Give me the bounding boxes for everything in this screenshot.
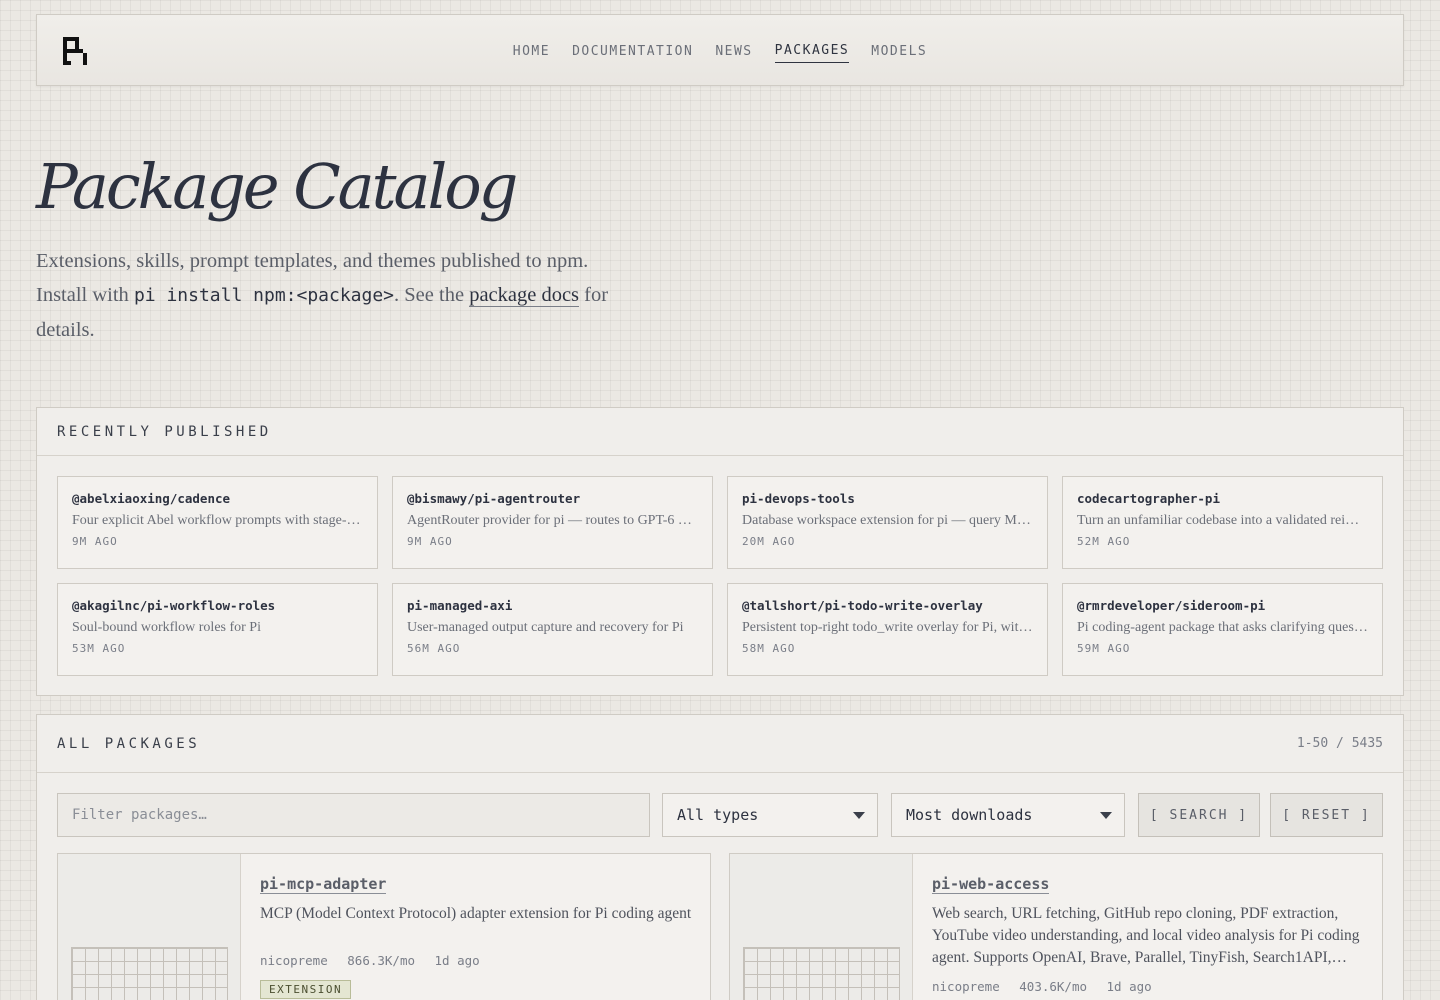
package-card[interactable]: pi-web-access Web search, URL fetching, … <box>729 853 1383 1000</box>
sort-select-value: Most downloads <box>906 806 1033 824</box>
recent-card[interactable]: @akagilnc/pi-workflow-roles Soul-bound w… <box>57 583 378 676</box>
package-thumbnail <box>58 854 241 1000</box>
card-name: @akagilnc/pi-workflow-roles <box>72 598 276 613</box>
nav-documentation[interactable]: DOCUMENTATION <box>572 40 693 63</box>
package-author: nicopreme <box>932 979 1000 994</box>
recent-card[interactable]: codecartographer-pi Turn an unfamiliar c… <box>1062 476 1383 569</box>
package-meta: nicopreme 866.3K/mo 1d ago <box>260 953 694 968</box>
package-downloads: 403.6K/mo <box>1019 979 1087 994</box>
page-description: Extensions, skills, prompt templates, an… <box>36 244 636 347</box>
recent-panel-title: RECENTLY PUBLISHED <box>57 423 272 440</box>
package-description: Web search, URL fetching, GitHub repo cl… <box>932 905 1360 966</box>
nav-home[interactable]: HOME <box>513 40 550 63</box>
nav-news[interactable]: NEWS <box>715 40 752 63</box>
package-name-link[interactable]: pi-web-access <box>932 875 1050 894</box>
card-name: @bismawy/pi-agentrouter <box>407 491 581 506</box>
package-body: pi-mcp-adapter MCP (Model Context Protoc… <box>260 874 694 999</box>
card-description: Turn an unfamiliar codebase into a valid… <box>1077 513 1368 528</box>
card-description: Pi coding-agent package that asks clarif… <box>1077 620 1368 635</box>
card-name: codecartographer-pi <box>1077 491 1220 506</box>
recent-card[interactable]: @tallshort/pi-todo-write-overlay Persist… <box>727 583 1048 676</box>
sort-select[interactable]: Most downloads <box>891 793 1125 837</box>
card-description: Database workspace extension for pi — qu… <box>742 513 1033 528</box>
recent-card[interactable]: pi-devops-tools Database workspace exten… <box>727 476 1048 569</box>
package-thumbnail <box>730 854 913 1000</box>
filter-bar: All types Most downloads [ SEARCH ] [ RE… <box>57 793 1383 837</box>
package-body: pi-web-access Web search, URL fetching, … <box>932 874 1366 994</box>
search-button[interactable]: [ SEARCH ] <box>1138 793 1260 837</box>
filter-input[interactable] <box>57 793 650 837</box>
chevron-down-icon <box>1100 812 1112 819</box>
package-downloads: 866.3K/mo <box>347 953 415 968</box>
card-time: 58M AGO <box>742 642 796 655</box>
package-updated: 1d ago <box>1106 979 1152 994</box>
recent-card[interactable]: pi-managed-axi User-managed output captu… <box>392 583 713 676</box>
see-the-text: . See the <box>394 284 465 306</box>
card-name: @tallshort/pi-todo-write-overlay <box>742 598 983 613</box>
package-meta: nicopreme 403.6K/mo 1d ago <box>932 979 1366 994</box>
card-time: 59M AGO <box>1077 642 1131 655</box>
top-navigation-bar: HOME DOCUMENTATION NEWS PACKAGES MODELS <box>36 14 1404 86</box>
recent-card[interactable]: @abelxiaoxing/cadence Four explicit Abel… <box>57 476 378 569</box>
card-time: 56M AGO <box>407 642 461 655</box>
package-card[interactable]: pi-mcp-adapter MCP (Model Context Protoc… <box>57 853 711 1000</box>
grid-placeholder-icon <box>743 947 900 1000</box>
card-description: User-managed output capture and recovery… <box>407 620 684 635</box>
all-packages-panel: ALL PACKAGES 1-50 / 5435 All types Most … <box>36 714 1404 1000</box>
recent-card[interactable]: @rmrdeveloper/sideroom-pi Pi coding-agen… <box>1062 583 1383 676</box>
results-count: 1-50 / 5435 <box>1296 736 1383 751</box>
package-description: MCP (Model Context Protocol) adapter ext… <box>260 905 692 922</box>
card-name: @abelxiaoxing/cadence <box>72 491 231 506</box>
card-description: Persistent top-right todo_write overlay … <box>742 620 1033 635</box>
recently-published-panel: RECENTLY PUBLISHED @abelxiaoxing/cadence… <box>36 407 1404 696</box>
all-panel-header: ALL PACKAGES 1-50 / 5435 <box>37 715 1403 773</box>
package-type-badge: EXTENSION <box>260 980 352 999</box>
card-description: AgentRouter provider for pi — routes to … <box>407 513 692 528</box>
install-prefix: Install with <box>36 284 129 306</box>
type-select-value: All types <box>677 806 759 824</box>
card-time: 53M AGO <box>72 642 126 655</box>
description-line: Extensions, skills, prompt templates, an… <box>36 250 589 272</box>
card-name: pi-managed-axi <box>407 598 513 613</box>
package-updated: 1d ago <box>434 953 480 968</box>
nav-packages[interactable]: PACKAGES <box>774 39 850 63</box>
main-nav: HOME DOCUMENTATION NEWS PACKAGES MODELS <box>37 15 1403 87</box>
install-command: pi install npm:<package> <box>133 285 395 306</box>
card-description: Four explicit Abel workflow prompts with… <box>72 513 363 528</box>
package-docs-link[interactable]: package docs <box>469 284 580 307</box>
recent-panel-header: RECENTLY PUBLISHED <box>37 408 1403 456</box>
card-name: pi-devops-tools <box>742 491 855 506</box>
grid-placeholder-icon <box>71 947 228 1000</box>
recent-card[interactable]: @bismawy/pi-agentrouter AgentRouter prov… <box>392 476 713 569</box>
card-time: 9M AGO <box>72 535 118 548</box>
card-time: 20M AGO <box>742 535 796 548</box>
package-name-link[interactable]: pi-mcp-adapter <box>260 875 387 894</box>
chevron-down-icon <box>853 812 865 819</box>
nav-models[interactable]: MODELS <box>871 40 927 63</box>
all-panel-title: ALL PACKAGES <box>57 735 201 752</box>
card-time: 9M AGO <box>407 535 453 548</box>
type-select[interactable]: All types <box>662 793 878 837</box>
card-description: Soul-bound workflow roles for Pi <box>72 620 261 635</box>
card-time: 52M AGO <box>1077 535 1131 548</box>
recent-grid: @abelxiaoxing/cadence Four explicit Abel… <box>57 476 1383 676</box>
package-author: nicopreme <box>260 953 328 968</box>
reset-button[interactable]: [ RESET ] <box>1270 793 1383 837</box>
card-name: @rmrdeveloper/sideroom-pi <box>1077 598 1266 613</box>
page-title: Package Catalog <box>36 150 518 223</box>
